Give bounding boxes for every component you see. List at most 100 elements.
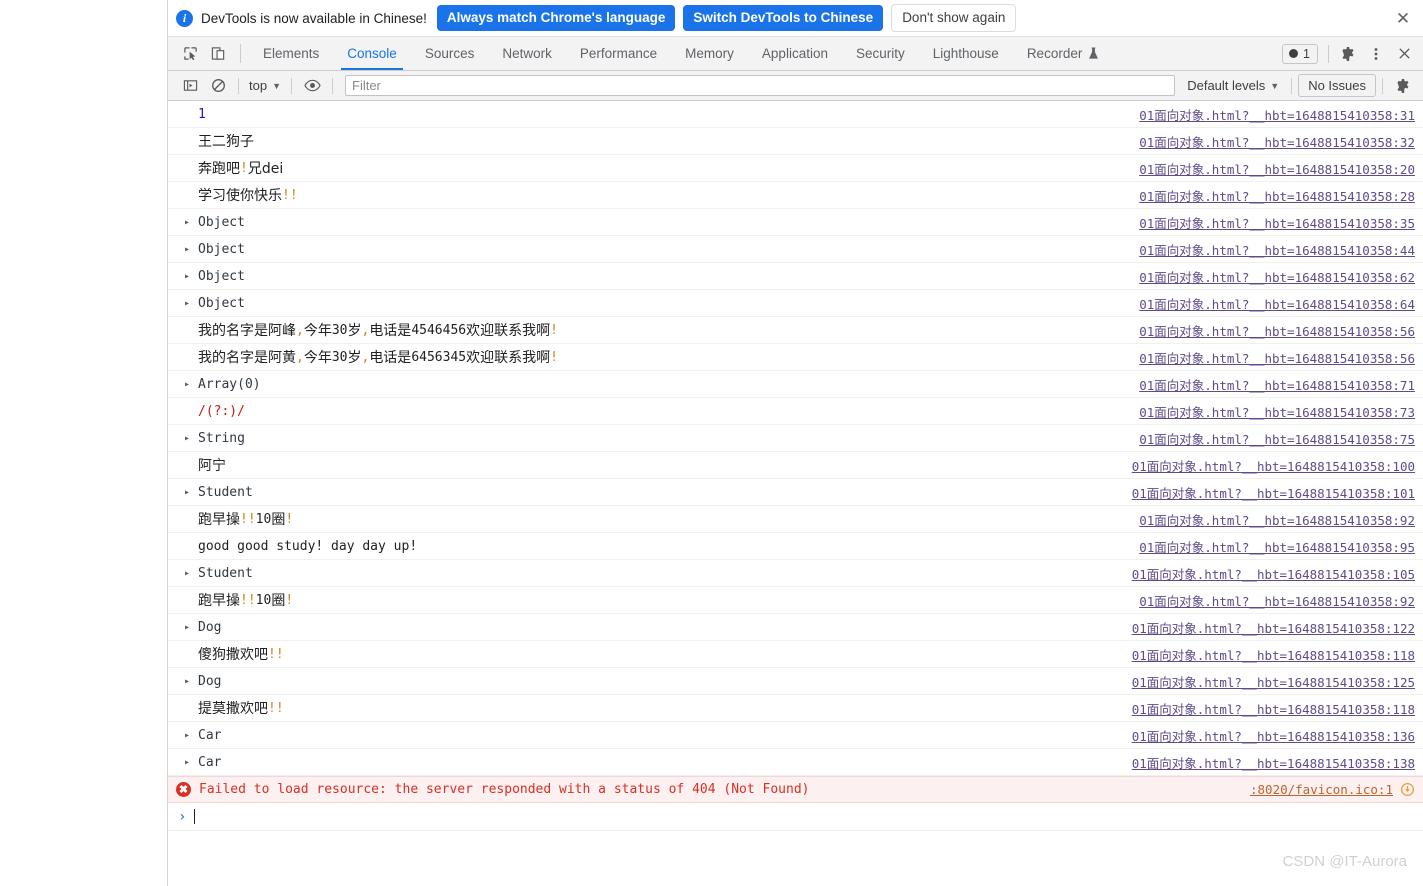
source-link[interactable]: 01面向对象.html?__hbt=1648815410358:71 <box>1139 375 1415 394</box>
tab-elements[interactable]: Elements <box>249 37 333 70</box>
no-issues-button[interactable]: No Issues <box>1298 74 1376 97</box>
console-log-row[interactable]: 1 01面向对象.html?__hbt=1648815410358:31 <box>168 101 1423 128</box>
console-error-row[interactable]: ✖ Failed to load resource: the server re… <box>168 776 1423 803</box>
source-link[interactable]: 01面向对象.html?__hbt=1648815410358:100 <box>1132 456 1415 475</box>
source-link[interactable]: 01面向对象.html?__hbt=1648815410358:125 <box>1132 672 1415 691</box>
expand-arrow-icon[interactable]: ▸ <box>184 757 198 768</box>
console-log-row[interactable]: ▸ Object 01面向对象.html?__hbt=1648815410358:6… <box>168 263 1423 290</box>
live-expression-icon[interactable] <box>298 74 326 98</box>
console-log-row[interactable]: 傻狗撒欢吧!! 01面向对象.html?__hbt=1648815410358:1… <box>168 641 1423 668</box>
console-log-row[interactable]: ▸ Object 01面向对象.html?__hbt=1648815410358:3… <box>168 209 1423 236</box>
console-log-row[interactable]: good good study! day day up! 01面向对象.html?… <box>168 533 1423 560</box>
console-log-row[interactable]: 阿宁 01面向对象.html?__hbt=1648815410358:100 <box>168 452 1423 479</box>
expand-arrow-icon[interactable]: ▸ <box>184 622 198 633</box>
tab-console[interactable]: Console <box>333 37 411 70</box>
console-log-row[interactable]: 我的名字是阿峰, 今年 30 岁, 电话是 4546456 欢迎联系我啊! 01面向对象.ht… <box>168 317 1423 344</box>
source-link[interactable]: 01面向对象.html?__hbt=1648815410358:64 <box>1139 294 1415 313</box>
source-link[interactable]: 01面向对象.html?__hbt=1648815410358:92 <box>1139 591 1415 610</box>
expand-arrow-icon[interactable]: ▸ <box>184 271 198 282</box>
tab-memory[interactable]: Memory <box>671 37 748 70</box>
source-link[interactable]: 01面向对象.html?__hbt=1648815410358:92 <box>1139 510 1415 529</box>
source-link[interactable]: 01面向对象.html?__hbt=1648815410358:118 <box>1132 699 1415 718</box>
log-value: Car <box>198 727 222 743</box>
console-log-row[interactable]: ▸ String 01面向对象.html?__hbt=1648815410358:7… <box>168 425 1423 452</box>
expand-arrow-icon[interactable]: ▸ <box>184 298 198 309</box>
expand-arrow-icon[interactable]: ▸ <box>184 676 198 687</box>
source-link[interactable]: 01面向对象.html?__hbt=1648815410358:35 <box>1139 213 1415 232</box>
console-log-row[interactable]: ▸ Object 01面向对象.html?__hbt=1648815410358:6… <box>168 290 1423 317</box>
source-link[interactable]: 01面向对象.html?__hbt=1648815410358:136 <box>1132 726 1415 745</box>
error-source-link[interactable]: :8020/favicon.ico:1 <box>1250 782 1393 797</box>
tab-application[interactable]: Application <box>748 37 842 70</box>
expand-arrow-icon[interactable]: ▸ <box>184 217 198 228</box>
console-log-row[interactable]: 奔跑吧! 兄dei 01面向对象.html?__hbt=1648815410358:… <box>168 155 1423 182</box>
expand-arrow-icon[interactable]: ▸ <box>184 379 198 390</box>
log-levels-selector[interactable]: Default levels ▼ <box>1181 78 1285 93</box>
console-log-row[interactable]: ▸ Object 01面向对象.html?__hbt=1648815410358:4… <box>168 236 1423 263</box>
source-link[interactable]: 01面向对象.html?__hbt=1648815410358:118 <box>1132 645 1415 664</box>
console-settings-icon[interactable] <box>1389 74 1417 98</box>
console-log-row[interactable]: 提莫撒欢吧!! 01面向对象.html?__hbt=1648815410358:1… <box>168 695 1423 722</box>
source-link[interactable]: 01面向对象.html?__hbt=1648815410358:28 <box>1139 186 1415 205</box>
divider <box>238 77 239 94</box>
console-log-row[interactable]: 王二狗子 01面向对象.html?__hbt=1648815410358:32 <box>168 128 1423 155</box>
console-log-row[interactable]: ▸ Student 01面向对象.html?__hbt=1648815410358:… <box>168 479 1423 506</box>
source-link[interactable]: 01面向对象.html?__hbt=1648815410358:75 <box>1139 429 1415 448</box>
expand-arrow-icon[interactable]: ▸ <box>184 568 198 579</box>
execution-context-selector[interactable]: top ▼ <box>245 78 285 93</box>
console-log-row[interactable]: ▸ Dog 01面向对象.html?__hbt=1648815410358:122 <box>168 614 1423 641</box>
tab-network[interactable]: Network <box>488 37 566 70</box>
language-notification-bar: i DevTools is now available in Chinese! … <box>168 0 1423 37</box>
source-link[interactable]: 01面向对象.html?__hbt=1648815410358:122 <box>1132 618 1415 637</box>
gear-icon[interactable] <box>1335 41 1361 67</box>
source-link[interactable]: 01面向对象.html?__hbt=1648815410358:56 <box>1139 348 1415 367</box>
source-link[interactable]: 01面向对象.html?__hbt=1648815410358:20 <box>1139 159 1415 178</box>
source-link[interactable]: 01面向对象.html?__hbt=1648815410358:62 <box>1139 267 1415 286</box>
console-prompt-row[interactable]: › <box>168 803 1423 831</box>
tab-sources[interactable]: Sources <box>411 37 489 70</box>
console-log-row[interactable]: 跑早操!! 10 圈! 01面向对象.html?__hbt=1648815410358… <box>168 587 1423 614</box>
close-icon[interactable] <box>1391 41 1417 67</box>
console-log-row[interactable]: 我的名字是阿黄, 今年 30 岁, 电话是 6456345 欢迎联系我啊! 01面向对象.ht… <box>168 344 1423 371</box>
dont-show-again-button[interactable]: Don't show again <box>891 4 1017 32</box>
always-match-language-button[interactable]: Always match Chrome's language <box>436 5 676 31</box>
console-log-row[interactable]: ▸ Student 01面向对象.html?__hbt=1648815410358:… <box>168 560 1423 587</box>
console-log-row[interactable]: ▸ Dog 01面向对象.html?__hbt=1648815410358:125 <box>168 668 1423 695</box>
expand-arrow-icon[interactable]: ▸ <box>184 730 198 741</box>
source-link[interactable]: 01面向对象.html?__hbt=1648815410358:32 <box>1139 132 1415 151</box>
tab-security[interactable]: Security <box>842 37 919 70</box>
clear-console-icon[interactable] <box>204 74 232 98</box>
kebab-menu-icon[interactable] <box>1363 41 1389 67</box>
source-link[interactable]: 01面向对象.html?__hbt=1648815410358:56 <box>1139 321 1415 340</box>
expand-arrow-icon[interactable]: ▸ <box>184 487 198 498</box>
tab-lighthouse[interactable]: Lighthouse <box>919 37 1013 70</box>
source-link[interactable]: 01面向对象.html?__hbt=1648815410358:44 <box>1139 240 1415 259</box>
source-link[interactable]: 01面向对象.html?__hbt=1648815410358:73 <box>1139 402 1415 421</box>
console-sidebar-icon[interactable] <box>176 74 204 98</box>
source-link[interactable]: 01面向对象.html?__hbt=1648815410358:31 <box>1139 105 1415 124</box>
console-log-row[interactable]: 学习使你快乐!! 01面向对象.html?__hbt=1648815410358:… <box>168 182 1423 209</box>
inspect-element-icon[interactable] <box>176 37 204 70</box>
close-icon[interactable]: ✕ <box>1393 10 1413 27</box>
reload-circle-icon[interactable] <box>1400 782 1415 797</box>
device-toolbar-icon[interactable] <box>204 37 232 70</box>
source-link[interactable]: 01面向对象.html?__hbt=1648815410358:105 <box>1132 564 1415 583</box>
console-log-area[interactable]: 1 01面向对象.html?__hbt=1648815410358:31 王二狗子 0… <box>168 101 1423 886</box>
console-log-row[interactable]: ▸ Array(0) 01面向对象.html?__hbt=1648815410358… <box>168 371 1423 398</box>
filter-input[interactable] <box>345 75 1176 96</box>
info-icon: i <box>176 9 193 27</box>
expand-arrow-icon[interactable]: ▸ <box>184 433 198 444</box>
console-log-row[interactable]: /(?:)/ 01面向对象.html?__hbt=1648815410358:73 <box>168 398 1423 425</box>
console-log-row[interactable]: ▸ Car 01面向对象.html?__hbt=1648815410358:138 <box>168 749 1423 776</box>
log-message: 我的名字是阿峰, 今年 30 岁, 电话是 4546456 欢迎联系我啊! <box>198 322 558 340</box>
tab-recorder[interactable]: Recorder <box>1013 37 1114 70</box>
console-log-row[interactable]: ▸ Car 01面向对象.html?__hbt=1648815410358:136 <box>168 722 1423 749</box>
switch-devtools-to-chinese-button[interactable]: Switch DevTools to Chinese <box>683 5 884 31</box>
source-link[interactable]: 01面向对象.html?__hbt=1648815410358:138 <box>1132 753 1415 772</box>
source-link[interactable]: 01面向对象.html?__hbt=1648815410358:95 <box>1139 537 1415 556</box>
tab-performance[interactable]: Performance <box>566 37 671 70</box>
console-log-row[interactable]: 跑早操!! 10 圈! 01面向对象.html?__hbt=1648815410358… <box>168 506 1423 533</box>
expand-arrow-icon[interactable]: ▸ <box>184 244 198 255</box>
error-count-badge[interactable]: 1 <box>1282 43 1318 64</box>
source-link[interactable]: 01面向对象.html?__hbt=1648815410358:101 <box>1132 483 1415 502</box>
